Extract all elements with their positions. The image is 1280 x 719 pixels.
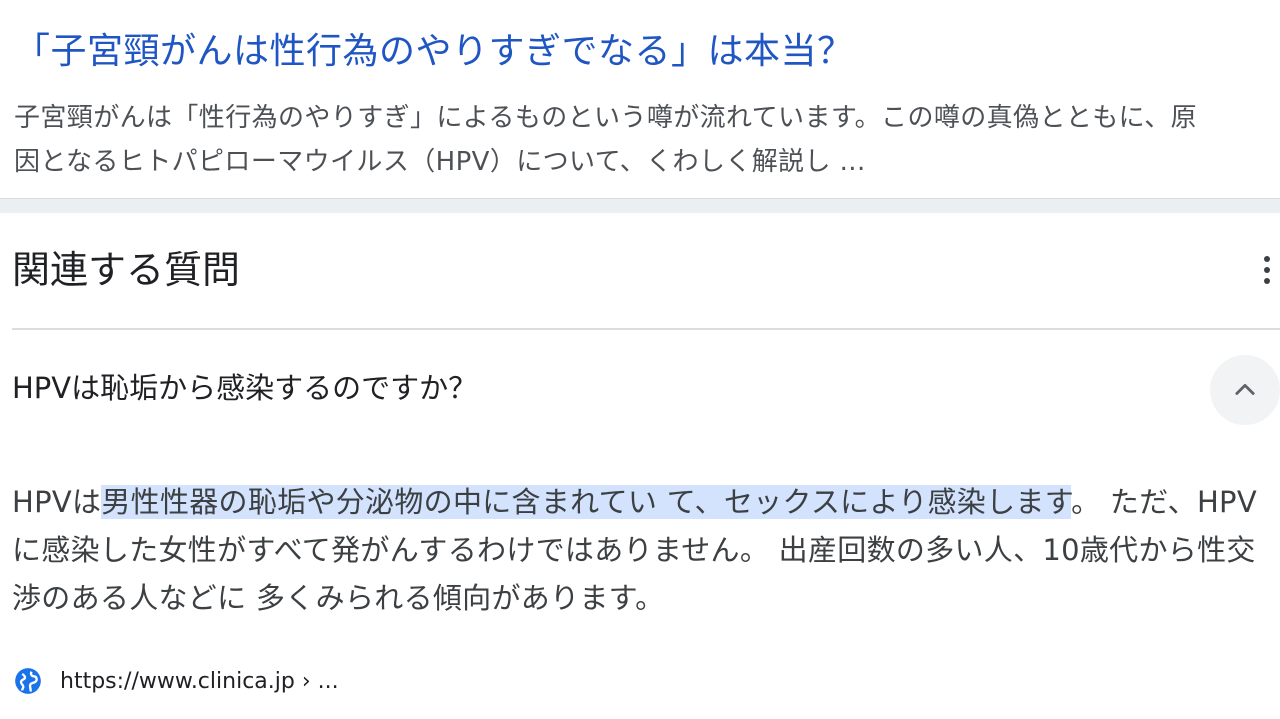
answer-text: HPVは男性性器の恥垢や分泌物の中に含まれてい て、セックスにより感染します。 …: [12, 478, 1274, 622]
next-result-title-cutoff: [14, 706, 794, 719]
more-options-button[interactable]: [1254, 250, 1280, 290]
source-link[interactable]: https://www.clinica.jp › ...: [14, 664, 339, 698]
result-title-link[interactable]: 「子宮頸がんは性行為のやりすぎでなる」は本当？: [14, 28, 854, 76]
question-toggle[interactable]: HPVは恥垢から感染するのですか？: [12, 366, 477, 410]
globe-icon: [15, 668, 41, 694]
result-snippet: 子宮頸がんは「性行為のやりすぎ」によるものという噂が流れています。この噂の真偽と…: [14, 96, 1270, 184]
search-results-page: 「子宮頸がんは性行為のやりすぎでなる」は本当？ 子宮頸がんは「性行為のやりすぎ」…: [0, 0, 1280, 719]
search-result: 「子宮頸がんは性行為のやりすぎでなる」は本当？ 子宮頸がんは「性行為のやりすぎ」…: [0, 0, 1280, 198]
chevron-up-icon: [1235, 383, 1255, 395]
collapse-button[interactable]: [1210, 355, 1280, 425]
more-vert-icon: [1264, 256, 1270, 284]
snippet-line-1: 子宮頸がんは「性行為のやりすぎ」によるものという噂が流れています。この噂の真偽と…: [14, 103, 1198, 133]
answer-prefix: HPVは: [12, 485, 102, 519]
related-questions-heading: 関連する質問: [12, 248, 241, 292]
snippet-line-2: 因となるヒトパピローマウイルス（HPV）について、くわしく解説し ...: [14, 147, 866, 177]
section-separator: [0, 198, 1280, 213]
source-url: https://www.clinica.jp › ...: [60, 668, 339, 694]
divider: [12, 328, 1280, 330]
answer-highlight: 男性性器の恥垢や分泌物の中に含まれてい て、セックスにより感染します: [101, 485, 1072, 519]
